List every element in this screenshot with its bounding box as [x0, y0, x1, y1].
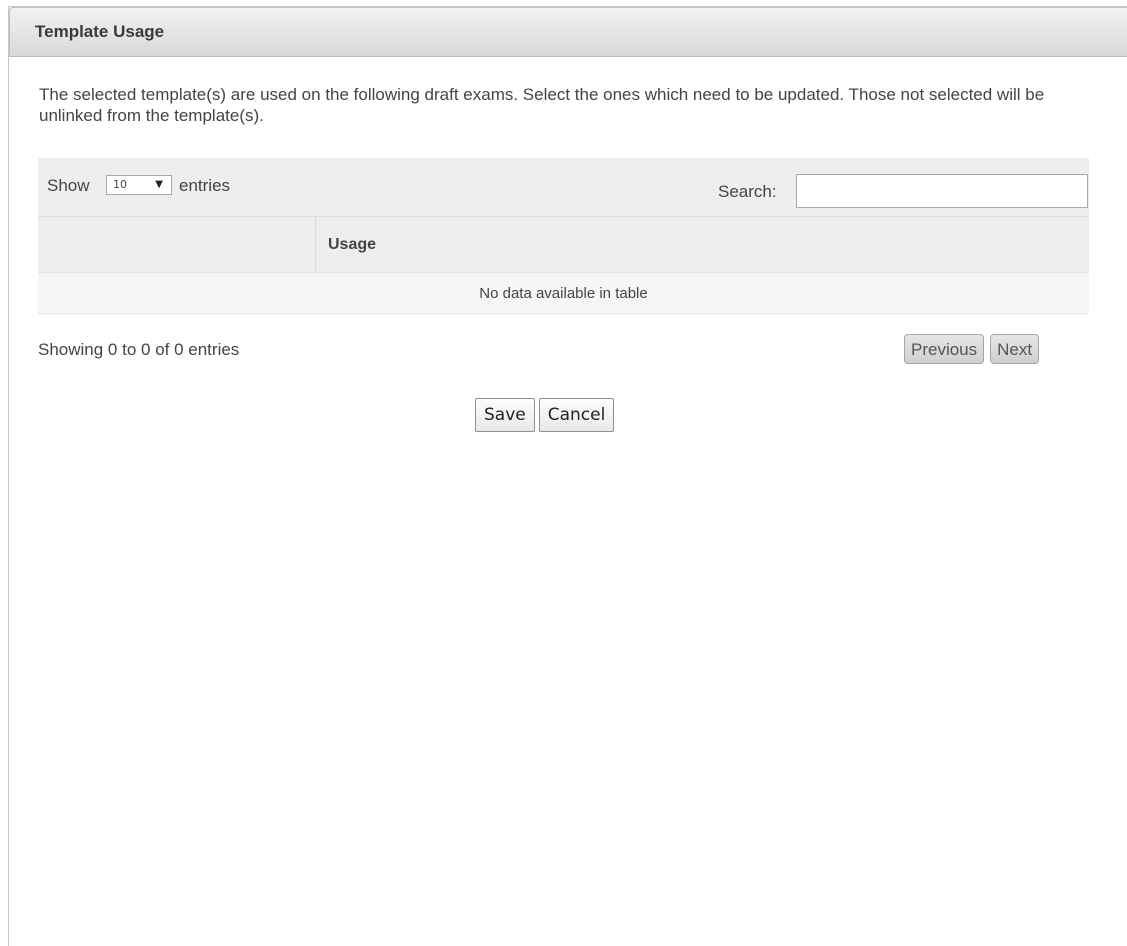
- table-info: Showing 0 to 0 of 0 entries: [38, 340, 240, 359]
- pagination: Previous Next: [904, 334, 1045, 364]
- save-button[interactable]: Save: [475, 398, 535, 432]
- table-row: No data available in table: [38, 272, 1089, 314]
- search-input[interactable]: [796, 174, 1088, 208]
- previous-page-button[interactable]: Previous: [904, 334, 985, 364]
- dialog-actions: Save Cancel: [475, 398, 618, 432]
- template-usage-dialog: Template Usage: [8, 6, 1127, 946]
- next-page-button[interactable]: Next: [990, 334, 1040, 364]
- show-label: Show: [47, 176, 90, 195]
- dropdown-arrow-icon: ▼: [155, 179, 163, 190]
- column-header-select[interactable]: [38, 217, 316, 273]
- column-header-usage[interactable]: Usage: [315, 217, 1089, 273]
- dialog-title: Template Usage: [35, 22, 165, 41]
- dialog-description: The selected template(s) are used on the…: [39, 85, 1045, 125]
- usage-table-wrapper: Show 10 ▼ entries Search: Usage No data …: [38, 158, 1089, 314]
- entries-length-select[interactable]: 10 ▼: [106, 175, 172, 195]
- usage-table: Usage No data available in table: [38, 217, 1089, 314]
- search-label: Search:: [718, 182, 777, 201]
- empty-table-message: No data available in table: [38, 272, 1089, 314]
- table-header-row: Usage: [38, 217, 1089, 273]
- table-toolbar: Show 10 ▼ entries Search:: [38, 158, 1089, 217]
- entries-label: entries: [179, 176, 231, 195]
- entries-length-value: 10: [113, 178, 127, 191]
- cancel-button[interactable]: Cancel: [538, 398, 615, 432]
- dialog-titlebar: Template Usage: [9, 7, 1127, 57]
